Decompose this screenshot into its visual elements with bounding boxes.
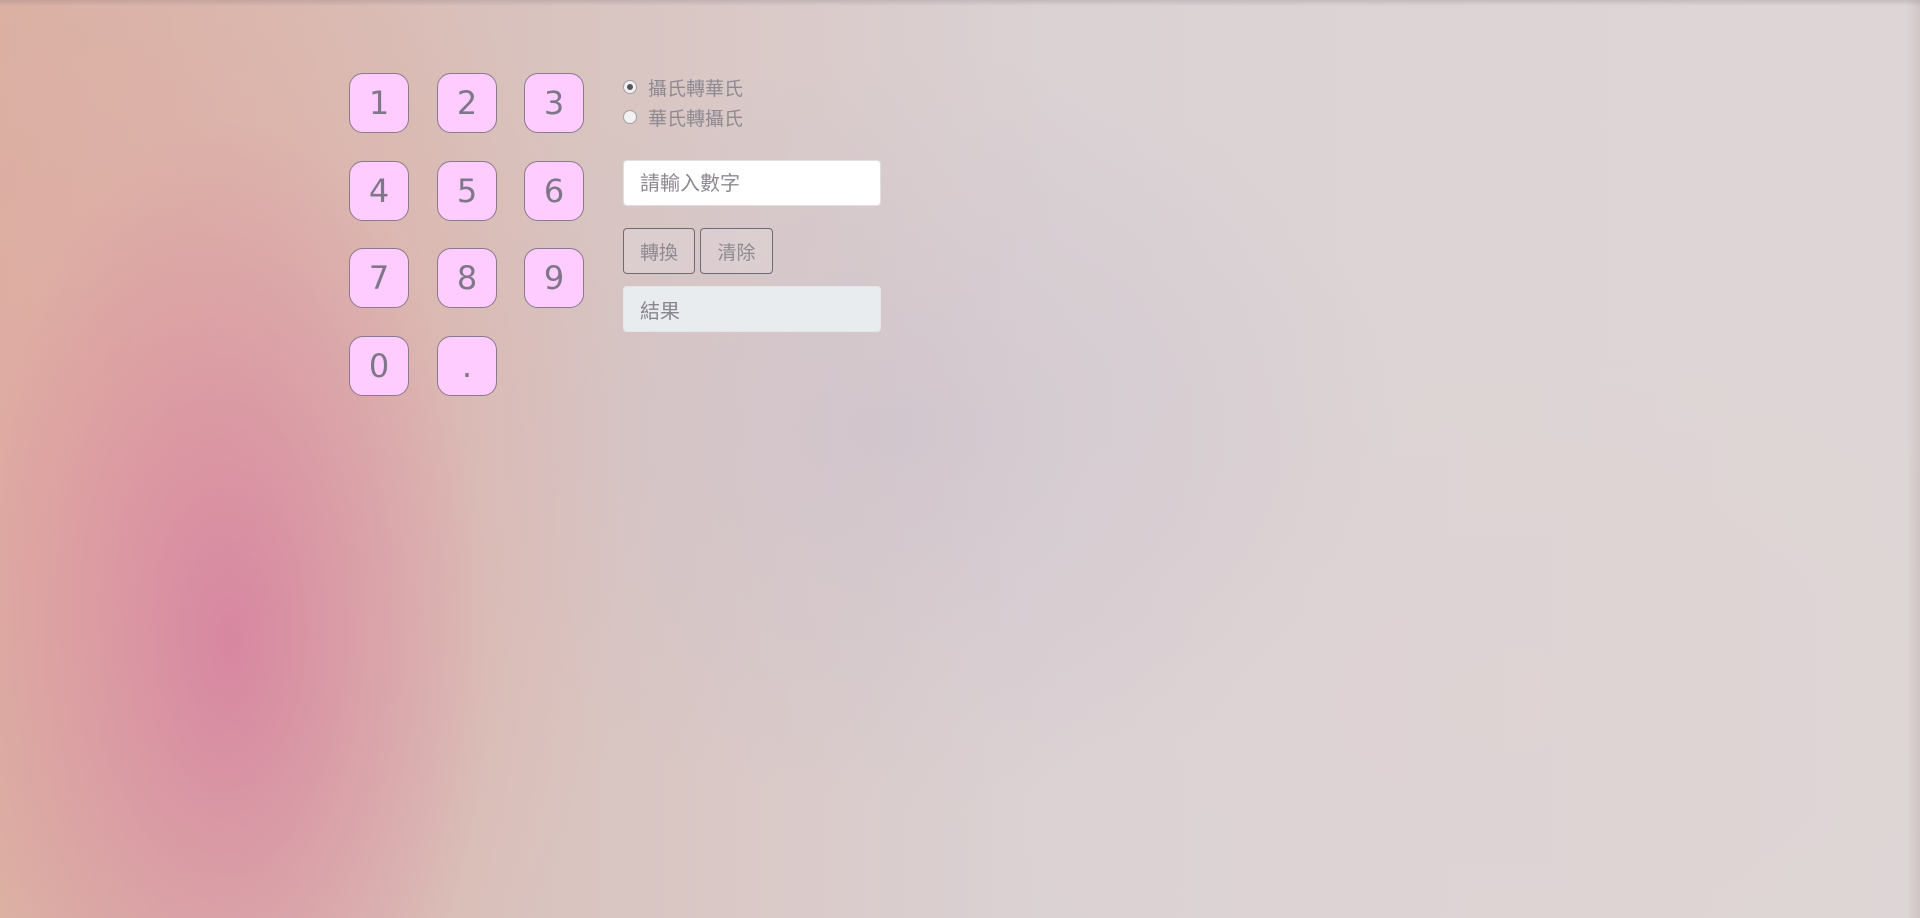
key-8[interactable]: 8 — [437, 248, 497, 308]
key-5[interactable]: 5 — [437, 161, 497, 221]
number-keypad: 1 2 3 4 5 6 7 8 9 0 . — [349, 73, 589, 399]
key-3[interactable]: 3 — [524, 73, 584, 133]
result-field: 結果 — [623, 286, 881, 332]
clear-button[interactable]: 清除 — [700, 228, 773, 274]
radio-label-celsius-to-fahrenheit: 攝氏轉華氏 — [648, 77, 744, 100]
radio-button-checked[interactable] — [623, 80, 637, 94]
key-2[interactable]: 2 — [437, 73, 497, 133]
radio-button-unchecked[interactable] — [623, 110, 637, 124]
key-6[interactable]: 6 — [524, 161, 584, 221]
convert-button[interactable]: 轉換 — [623, 228, 695, 274]
conversion-panel: 攝氏轉華氏 華氏轉攝氏 轉換 清除 結果 — [623, 72, 883, 332]
key-decimal-point[interactable]: . — [437, 336, 497, 396]
key-1[interactable]: 1 — [349, 73, 409, 133]
key-9[interactable]: 9 — [524, 248, 584, 308]
key-7[interactable]: 7 — [349, 248, 409, 308]
radio-label-fahrenheit-to-celsius: 華氏轉攝氏 — [648, 107, 744, 130]
key-4[interactable]: 4 — [349, 161, 409, 221]
result-text: 結果 — [640, 298, 680, 323]
number-input[interactable] — [623, 160, 881, 206]
key-0[interactable]: 0 — [349, 336, 409, 396]
radio-celsius-to-fahrenheit[interactable]: 攝氏轉華氏 — [623, 72, 883, 102]
radio-fahrenheit-to-celsius[interactable]: 華氏轉攝氏 — [623, 102, 883, 132]
